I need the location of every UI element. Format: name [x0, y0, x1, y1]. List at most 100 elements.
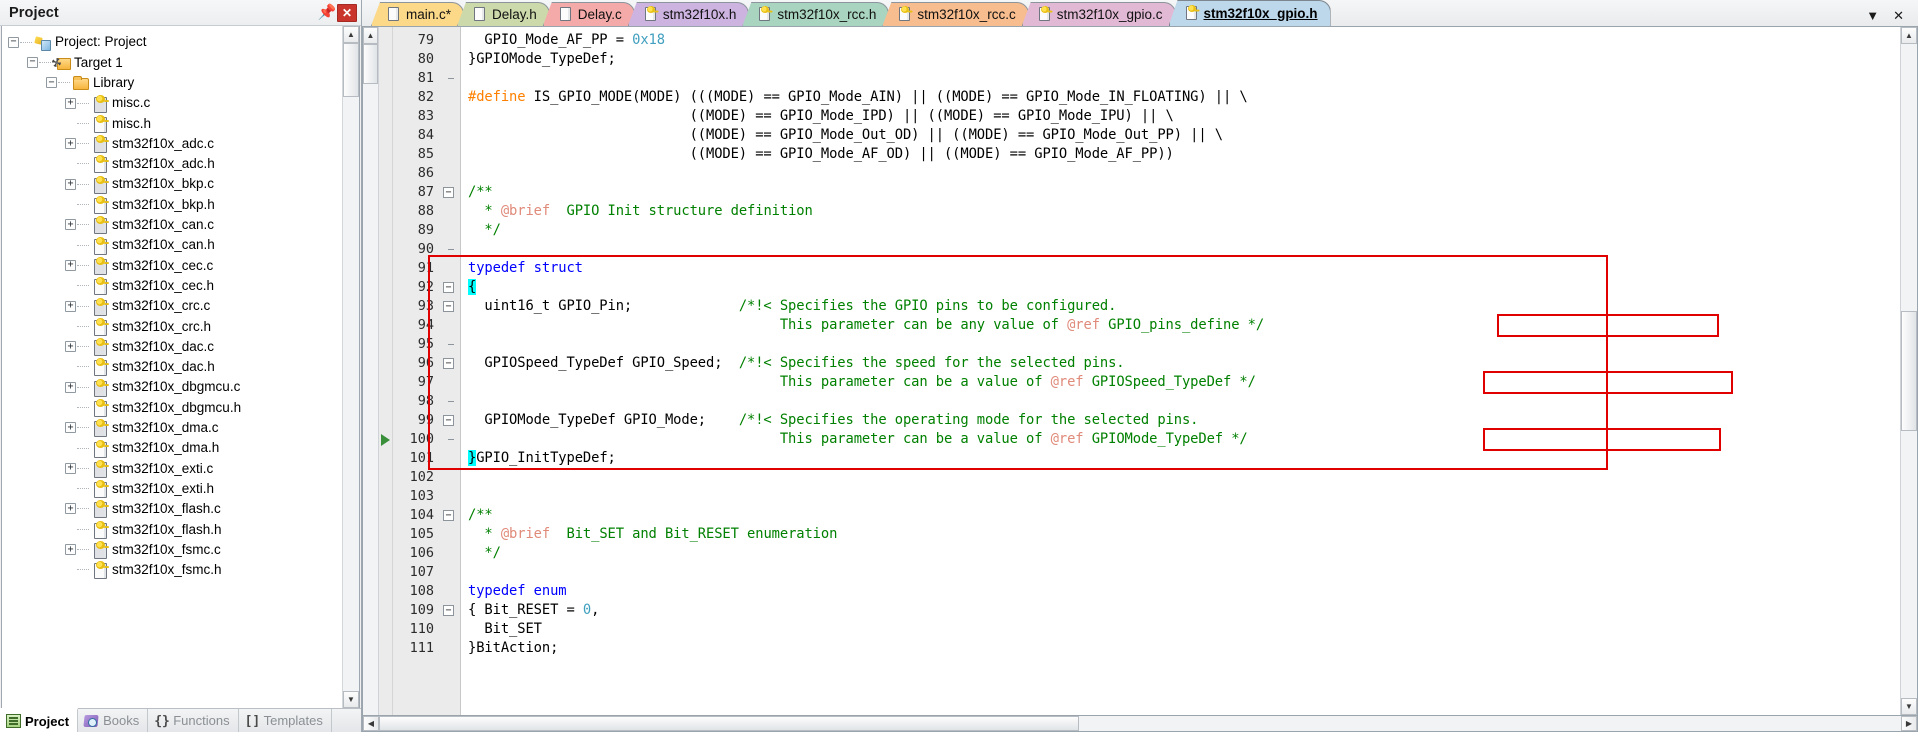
editor-tab[interactable]: Delay.c	[542, 2, 635, 26]
code-text[interactable]: GPIO_Mode_AF_PP = 0x18}GPIOMode_TypeDef;…	[461, 27, 1900, 715]
scrollbar-track-bottom[interactable]	[1901, 431, 1917, 698]
code-line[interactable]	[468, 335, 1900, 354]
tree-item[interactable]: stm32f10x_bkp.h	[2, 194, 342, 215]
code-line[interactable]: ((MODE) == GPIO_Mode_IPD) || ((MODE) == …	[468, 107, 1900, 126]
collapse-icon[interactable]: −	[443, 301, 454, 312]
expand-icon[interactable]: +	[65, 422, 76, 434]
code-line[interactable]: typedef enum	[468, 582, 1900, 601]
tree-item[interactable]: + misc.c	[2, 93, 342, 113]
code-line[interactable]: #define IS_GPIO_MODE(MODE) (((MODE) == G…	[468, 88, 1900, 107]
code-line[interactable]: GPIOMode_TypeDef GPIO_Mode; /*!< Specifi…	[468, 411, 1900, 430]
editor-tab[interactable]: stm32f10x_rcc.h	[742, 2, 890, 26]
tree-item[interactable]: stm32f10x_cec.h	[2, 276, 342, 296]
scroll-up-arrow-icon[interactable]: ▲	[343, 26, 359, 43]
fold-marker[interactable]: −	[439, 297, 460, 316]
editor-tab-bar[interactable]: main.c* Delay.h Delay.c stm32f10x.h stm32f10…	[362, 0, 1918, 27]
code-line[interactable]: }BitAction;	[468, 639, 1900, 658]
tree-item[interactable]: + stm32f10x_dac.c	[2, 336, 342, 357]
tree-item[interactable]: stm32f10x_dac.h	[2, 357, 342, 377]
code-line[interactable]	[468, 563, 1900, 582]
project-tree-scrollbar[interactable]: ▲ ▼	[342, 26, 359, 708]
code-line[interactable]: * @brief GPIO Init structure definition	[468, 202, 1900, 221]
collapse-icon[interactable]: −	[46, 77, 57, 89]
tree-item[interactable]: stm32f10x_flash.h	[2, 519, 342, 539]
expand-icon[interactable]: +	[65, 97, 76, 109]
editor-vertical-scrollbar[interactable]: ▲ ▼	[1900, 27, 1917, 715]
code-line[interactable]	[468, 69, 1900, 88]
scrollbar-thumb[interactable]	[343, 43, 359, 97]
code-line[interactable]: This parameter can be any value of @ref …	[468, 316, 1900, 335]
editor-tab[interactable]: stm32f10x.h	[627, 2, 750, 26]
tree-item[interactable]: + stm32f10x_flash.c	[2, 499, 342, 519]
scrollbar-thumb[interactable]	[1901, 311, 1917, 431]
collapse-icon[interactable]: −	[443, 282, 454, 293]
tree-item[interactable]: misc.h	[2, 113, 342, 133]
collapse-icon[interactable]: −	[443, 358, 454, 369]
expand-icon[interactable]: +	[65, 341, 76, 353]
expand-icon[interactable]: +	[65, 381, 76, 393]
fold-marker[interactable]: −	[439, 278, 460, 297]
tree-item[interactable]: + stm32f10x_crc.c	[2, 296, 342, 316]
code-line[interactable]	[468, 468, 1900, 487]
editor-left-scrollbar[interactable]: ▲	[363, 27, 379, 715]
fold-marker[interactable]: −	[439, 183, 460, 202]
tree-item[interactable]: stm32f10x_adc.h	[2, 154, 342, 174]
code-folding-gutter[interactable]: − − − − − − −	[439, 27, 461, 715]
code-line[interactable]: ((MODE) == GPIO_Mode_Out_OD) || ((MODE) …	[468, 126, 1900, 145]
tree-item[interactable]: + stm32f10x_bkp.c	[2, 174, 342, 194]
code-line[interactable]: Bit_SET	[468, 620, 1900, 639]
close-icon[interactable]: ✕	[1893, 9, 1904, 22]
editor-horizontal-scrollbar[interactable]: ◀ ▶	[362, 716, 1918, 732]
tree-item[interactable]: − Target 1	[2, 52, 342, 72]
scroll-left-arrow-icon[interactable]: ◀	[363, 716, 379, 731]
scrollbar-thumb[interactable]	[363, 44, 378, 84]
scroll-right-arrow-icon[interactable]: ▶	[1901, 716, 1917, 731]
code-line[interactable]: }GPIO_InitTypeDef;	[468, 449, 1900, 468]
tree-item[interactable]: + stm32f10x_fsmc.c	[2, 539, 342, 560]
expand-icon[interactable]: +	[65, 178, 76, 190]
editor-tab[interactable]: stm32f10x_gpio.c	[1021, 2, 1176, 26]
tree-item[interactable]: + stm32f10x_dma.c	[2, 418, 342, 438]
code-line[interactable]: }GPIOMode_TypeDef;	[468, 50, 1900, 69]
collapse-icon[interactable]: −	[27, 56, 38, 68]
tree-item[interactable]: + stm32f10x_cec.c	[2, 255, 342, 275]
expand-icon[interactable]: +	[65, 219, 76, 231]
collapse-icon[interactable]: −	[443, 415, 454, 426]
expand-icon[interactable]: +	[65, 544, 76, 556]
expand-icon[interactable]: +	[65, 503, 76, 515]
fold-marker[interactable]: −	[439, 506, 460, 525]
scroll-down-arrow-icon[interactable]: ▼	[1901, 698, 1917, 715]
tree-item[interactable]: + stm32f10x_can.c	[2, 215, 342, 235]
code-line[interactable]	[468, 392, 1900, 411]
bottom-tab-books[interactable]: Books	[78, 709, 149, 732]
scrollbar-track[interactable]	[363, 84, 378, 715]
expand-icon[interactable]: +	[65, 300, 76, 312]
code-line[interactable]	[468, 487, 1900, 506]
fold-marker[interactable]: −	[439, 601, 460, 620]
scroll-up-arrow-icon[interactable]: ▲	[363, 27, 378, 44]
expand-icon[interactable]: +	[65, 138, 76, 150]
bottom-tab-functions[interactable]: {} Functions	[148, 709, 239, 732]
tree-item[interactable]: stm32f10x_can.h	[2, 235, 342, 255]
code-line[interactable]: uint16_t GPIO_Pin; /*!< Specifies the GP…	[468, 297, 1900, 316]
scroll-up-arrow-icon[interactable]: ▲	[1901, 27, 1917, 44]
collapse-icon[interactable]: −	[443, 510, 454, 521]
code-line[interactable]: * @brief Bit_SET and Bit_RESET enumerati…	[468, 525, 1900, 544]
code-line[interactable]: { Bit_RESET = 0,	[468, 601, 1900, 620]
code-line[interactable]: This parameter can be a value of @ref GP…	[468, 373, 1900, 392]
tree-item[interactable]: − Library	[2, 73, 342, 93]
tree-item[interactable]: stm32f10x_exti.h	[2, 479, 342, 499]
scrollbar-thumb[interactable]	[379, 716, 1079, 731]
close-icon[interactable]: ✕	[337, 3, 357, 23]
editor-tab[interactable]: Delay.h	[457, 2, 550, 26]
collapse-icon[interactable]: −	[8, 36, 19, 48]
tree-item[interactable]: stm32f10x_fsmc.h	[2, 560, 342, 580]
code-line[interactable]: */	[468, 544, 1900, 563]
code-line[interactable]: GPIOSpeed_TypeDef GPIO_Speed; /*!< Speci…	[468, 354, 1900, 373]
collapse-icon[interactable]: −	[443, 605, 454, 616]
collapse-icon[interactable]: −	[443, 187, 454, 198]
code-editor[interactable]: ▲ 79 80 81 82 83 84 85 86 87 88 89 90 91 92 93 94 95 96 97…	[362, 27, 1918, 716]
scrollbar-track-top[interactable]	[1901, 44, 1917, 311]
project-tree[interactable]: − Project: Project − Target 1 − Library + misc.…	[2, 26, 342, 708]
tree-item[interactable]: − Project: Project	[2, 32, 342, 52]
